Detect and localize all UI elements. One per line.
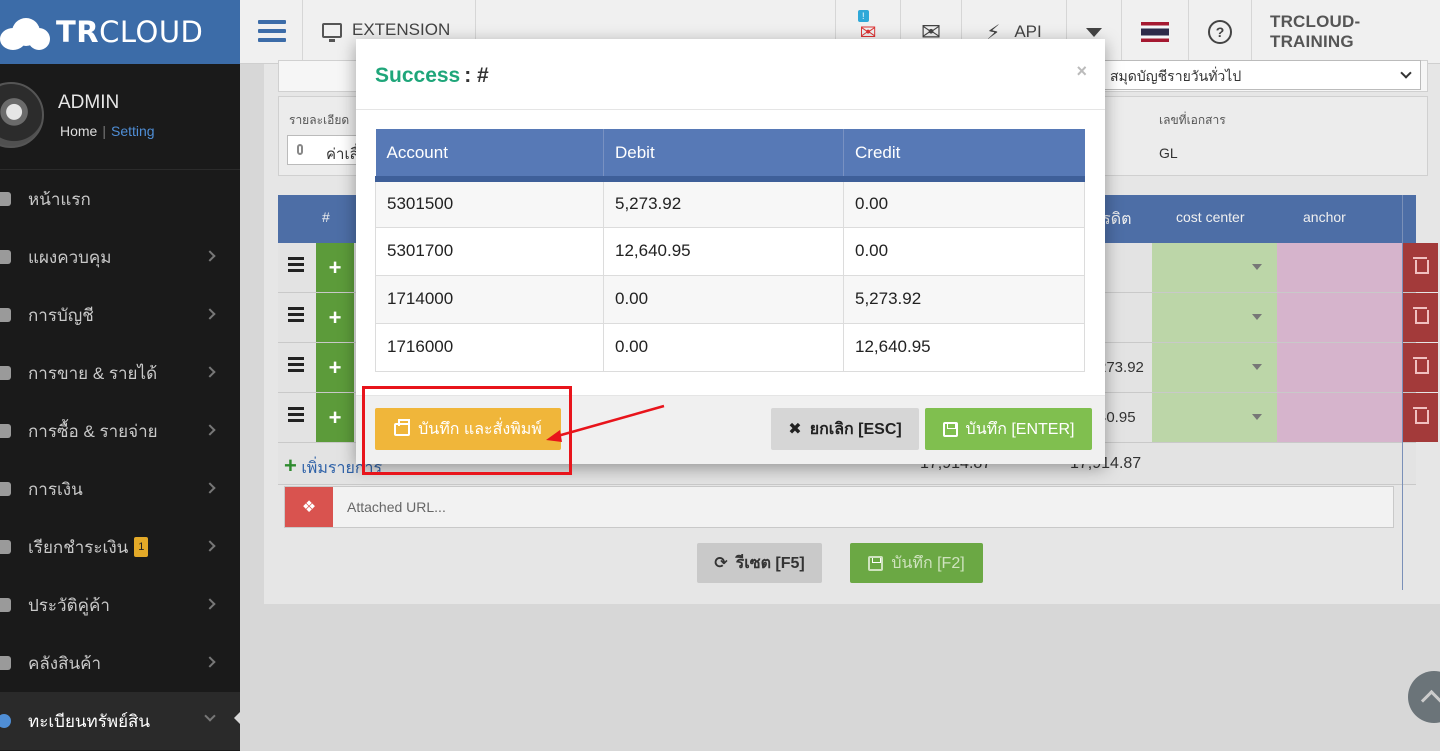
floppy-icon bbox=[942, 421, 958, 437]
table-row: 1714000 0.00 5,273.92 bbox=[375, 274, 1085, 324]
account-cell: 5301700 bbox=[375, 226, 604, 276]
table-header-row: Account Debit Credit bbox=[375, 129, 1085, 182]
debit-cell: 0.00 bbox=[603, 274, 844, 324]
column-header-credit: Credit bbox=[843, 129, 1085, 182]
modal-header: Success: # × bbox=[356, 39, 1105, 110]
cancel-button[interactable]: ✖ ยกเลิก [ESC] bbox=[771, 408, 919, 450]
save-enter-button[interactable]: บันทึก [ENTER] bbox=[925, 408, 1092, 450]
times-icon: ✖ bbox=[788, 421, 802, 438]
account-cell: 1716000 bbox=[375, 322, 604, 372]
credit-cell: 0.00 bbox=[843, 178, 1085, 228]
annotation-arrow-icon bbox=[546, 404, 665, 442]
credit-cell: 5,273.92 bbox=[843, 274, 1085, 324]
account-cell: 5301500 bbox=[375, 178, 604, 228]
close-icon[interactable]: × bbox=[1076, 61, 1087, 82]
column-header-debit: Debit bbox=[603, 129, 844, 182]
debit-cell: 5,273.92 bbox=[603, 178, 844, 228]
debit-cell: 12,640.95 bbox=[603, 226, 844, 276]
column-header-account: Account bbox=[375, 129, 604, 182]
modal-title: Success: # bbox=[375, 64, 489, 87]
table-row: 1716000 0.00 12,640.95 bbox=[375, 322, 1085, 372]
debit-cell: 0.00 bbox=[603, 322, 844, 372]
journal-entry-table: Account Debit Credit 5301500 5,273.92 0.… bbox=[375, 129, 1085, 372]
account-cell: 1714000 bbox=[375, 274, 604, 324]
credit-cell: 0.00 bbox=[843, 226, 1085, 276]
table-row: 5301700 12,640.95 0.00 bbox=[375, 226, 1085, 276]
credit-cell: 12,640.95 bbox=[843, 322, 1085, 372]
table-row: 5301500 5,273.92 0.00 bbox=[375, 178, 1085, 228]
